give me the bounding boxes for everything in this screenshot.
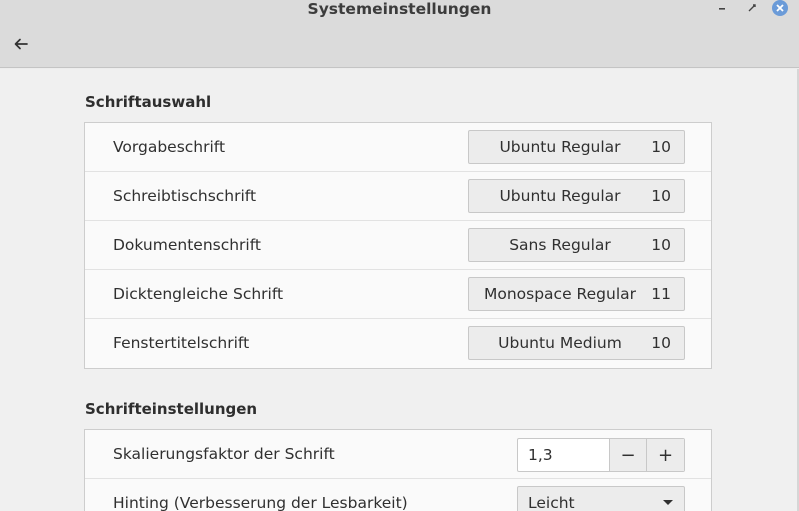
window-title: Systemeinstellungen bbox=[307, 0, 492, 18]
font-size: 10 bbox=[651, 187, 671, 205]
increment-button[interactable]: + bbox=[647, 439, 684, 471]
font-chooser-button[interactable]: Ubuntu Regular 10 bbox=[468, 179, 685, 213]
decrement-button[interactable]: − bbox=[610, 439, 647, 471]
font-selection-box: Vorgabeschrift Ubuntu Regular 10 Schreib… bbox=[84, 122, 712, 369]
back-arrow-icon bbox=[14, 38, 28, 50]
font-size: 11 bbox=[651, 285, 671, 303]
back-button[interactable] bbox=[10, 33, 32, 55]
font-name: Ubuntu Regular bbox=[499, 187, 621, 205]
font-name: Monospace Regular bbox=[483, 285, 636, 303]
row-label: Dicktengleiche Schrift bbox=[113, 285, 284, 303]
scaling-input[interactable]: 1,3 bbox=[518, 439, 610, 471]
font-size: 10 bbox=[651, 236, 671, 254]
scaling-row: Skalierungsfaktor der Schrift 1,3 − + bbox=[85, 430, 711, 479]
font-chooser-button[interactable]: Monospace Regular 11 bbox=[468, 277, 685, 311]
font-row-desktop: Schreibtischschrift Ubuntu Regular 10 bbox=[85, 172, 711, 221]
row-label: Dokumentenschrift bbox=[113, 236, 261, 254]
font-row-document: Dokumentenschrift Sans Regular 10 bbox=[85, 221, 711, 270]
font-row-monospace: Dicktengleiche Schrift Monospace Regular… bbox=[85, 270, 711, 319]
header-bar: Systemeinstellungen bbox=[0, 0, 799, 68]
font-settings-box: Skalierungsfaktor der Schrift 1,3 − + Hi… bbox=[84, 429, 712, 511]
close-icon[interactable] bbox=[772, 0, 788, 16]
font-row-window-title: Fenstertitelschrift Ubuntu Medium 10 bbox=[85, 319, 711, 368]
font-chooser-button[interactable]: Ubuntu Regular 10 bbox=[468, 130, 685, 164]
section-title-font-selection: Schriftauswahl bbox=[85, 93, 212, 111]
minimize-icon[interactable] bbox=[714, 0, 730, 16]
font-row-default: Vorgabeschrift Ubuntu Regular 10 bbox=[85, 123, 711, 172]
font-chooser-button[interactable]: Sans Regular 10 bbox=[468, 228, 685, 262]
font-name: Ubuntu Regular bbox=[499, 138, 621, 156]
font-chooser-button[interactable]: Ubuntu Medium 10 bbox=[468, 326, 685, 360]
row-label: Skalierungsfaktor der Schrift bbox=[113, 445, 335, 463]
hinting-row: Hinting (Verbesserung der Lesbarkeit) Le… bbox=[85, 479, 711, 511]
font-size: 10 bbox=[651, 334, 671, 352]
settings-content: Schriftauswahl Vorgabeschrift Ubuntu Reg… bbox=[0, 69, 799, 511]
scaling-spinbox: 1,3 − + bbox=[517, 438, 685, 472]
section-title-font-settings: Schrifteinstellungen bbox=[85, 400, 258, 418]
font-name: Sans Regular bbox=[509, 236, 611, 254]
row-label: Fenstertitelschrift bbox=[113, 334, 250, 352]
font-size: 10 bbox=[651, 138, 671, 156]
row-label: Vorgabeschrift bbox=[113, 138, 226, 156]
dropdown-arrow-icon bbox=[663, 500, 673, 505]
row-label: Hinting (Verbesserung der Lesbarkeit) bbox=[113, 494, 408, 511]
hinting-dropdown[interactable]: Leicht bbox=[517, 486, 685, 511]
hinting-value: Leicht bbox=[528, 494, 575, 511]
settings-window: Systemeinstellungen Schriftauswahl Vorga… bbox=[0, 0, 799, 511]
font-name: Ubuntu Medium bbox=[498, 334, 622, 352]
row-label: Schreibtischschrift bbox=[113, 187, 257, 205]
maximize-icon[interactable] bbox=[744, 0, 760, 16]
